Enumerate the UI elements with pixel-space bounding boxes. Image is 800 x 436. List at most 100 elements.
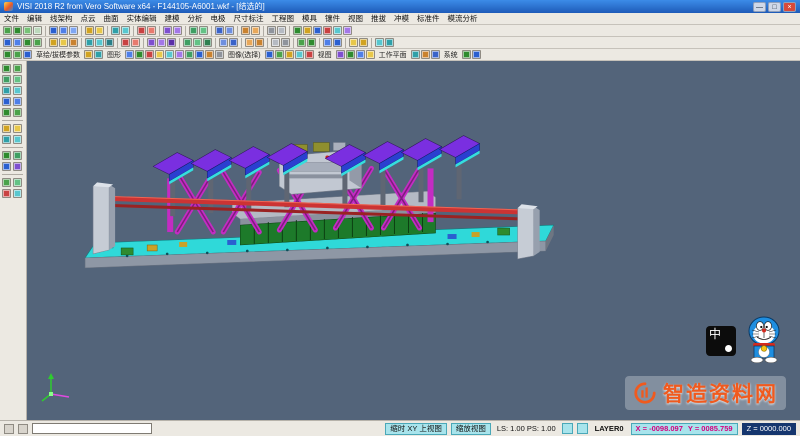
toolbar-icon[interactable] bbox=[203, 38, 212, 47]
toolbar-icon[interactable] bbox=[2, 97, 11, 106]
toolbar-icon[interactable] bbox=[421, 50, 430, 59]
toolbar-icon[interactable] bbox=[2, 189, 11, 198]
toolbar-icon[interactable] bbox=[13, 162, 22, 171]
menu-item[interactable]: 模具 bbox=[298, 13, 321, 24]
toolbar-icon[interactable] bbox=[155, 50, 164, 59]
toolbar-icon[interactable] bbox=[3, 50, 12, 59]
command-input[interactable] bbox=[32, 423, 152, 434]
toolbar-icon[interactable] bbox=[205, 50, 214, 59]
toolbar-icon[interactable] bbox=[13, 26, 22, 35]
zoom-view-field[interactable]: 缩放视图 bbox=[451, 423, 491, 435]
maximize-button[interactable]: □ bbox=[768, 2, 781, 12]
toolbar-icon[interactable] bbox=[225, 26, 234, 35]
toolbar-icon[interactable] bbox=[173, 26, 182, 35]
toolbar-icon[interactable] bbox=[229, 38, 238, 47]
minimize-button[interactable]: — bbox=[753, 2, 766, 12]
toolbar-icon[interactable] bbox=[131, 38, 140, 47]
toolbar-icon[interactable] bbox=[23, 50, 32, 59]
toolbar-icon[interactable] bbox=[323, 26, 332, 35]
toolbar-icon[interactable] bbox=[267, 26, 276, 35]
toolbar-icon[interactable] bbox=[121, 26, 130, 35]
menu-item[interactable]: 模流分析 bbox=[444, 13, 482, 24]
toolbar-icon[interactable] bbox=[157, 38, 166, 47]
toolbar-icon[interactable] bbox=[255, 38, 264, 47]
toolbar-icon[interactable] bbox=[2, 124, 11, 133]
toolbar-icon[interactable] bbox=[33, 38, 42, 47]
toolbar-icon[interactable] bbox=[265, 50, 274, 59]
menu-item[interactable]: 冲模 bbox=[390, 13, 413, 24]
toolbar-icon[interactable] bbox=[462, 50, 471, 59]
toolbar-icon[interactable] bbox=[336, 50, 345, 59]
toolbar-icon[interactable] bbox=[85, 26, 94, 35]
toolbar-icon[interactable] bbox=[59, 26, 68, 35]
toolbar-icon[interactable] bbox=[2, 135, 11, 144]
toolbar-icon[interactable] bbox=[349, 38, 358, 47]
toolbar-group-label[interactable]: 工作平面 bbox=[376, 50, 410, 60]
toolbar-icon[interactable] bbox=[163, 26, 172, 35]
toolbar-icon[interactable] bbox=[13, 178, 22, 187]
toolbar-icon[interactable] bbox=[2, 75, 11, 84]
toolbar-icon[interactable] bbox=[135, 50, 144, 59]
toolbar-icon[interactable] bbox=[411, 50, 420, 59]
toolbar-icon[interactable] bbox=[275, 50, 284, 59]
toolbar-icon[interactable] bbox=[195, 50, 204, 59]
toolbar-icon[interactable] bbox=[84, 50, 93, 59]
toolbar-icon[interactable] bbox=[13, 75, 22, 84]
toolbar-icon[interactable] bbox=[307, 38, 316, 47]
toolbar-icon[interactable] bbox=[13, 151, 22, 160]
toolbar-icon[interactable] bbox=[13, 86, 22, 95]
view-mode-field[interactable]: 缩时 XY 上视图 bbox=[385, 423, 447, 435]
menu-item[interactable]: 标准件 bbox=[413, 13, 444, 24]
toolbar-icon[interactable] bbox=[69, 38, 78, 47]
toolbar-group-label[interactable]: 系统 bbox=[441, 50, 461, 60]
menu-item[interactable]: 实体编辑 bbox=[123, 13, 161, 24]
toolbar-icon[interactable] bbox=[183, 38, 192, 47]
toolbar-icon[interactable] bbox=[3, 38, 12, 47]
toolbar-group-label[interactable]: 图形 bbox=[104, 50, 124, 60]
toolbar-icon[interactable] bbox=[185, 50, 194, 59]
toolbar-icon[interactable] bbox=[95, 26, 104, 35]
menu-item[interactable]: 工程图 bbox=[268, 13, 299, 24]
menu-item[interactable]: 镶件 bbox=[321, 13, 344, 24]
toolbar-icon[interactable] bbox=[95, 38, 104, 47]
toolbar-icon[interactable] bbox=[2, 178, 11, 187]
toolbar-icon[interactable] bbox=[472, 50, 481, 59]
menu-item[interactable]: 推拔 bbox=[367, 13, 390, 24]
toolbar-icon[interactable] bbox=[359, 38, 368, 47]
menu-item[interactable]: 编辑 bbox=[23, 13, 46, 24]
toolbar-group-label[interactable]: 视图 bbox=[315, 50, 335, 60]
toolbar-icon[interactable] bbox=[375, 38, 384, 47]
toolbar-icon[interactable] bbox=[303, 26, 312, 35]
close-button[interactable]: × bbox=[783, 2, 796, 12]
status-view-button[interactable] bbox=[577, 423, 588, 434]
toolbar-icon[interactable] bbox=[121, 38, 130, 47]
toolbar-icon[interactable] bbox=[305, 50, 314, 59]
toolbar-icon[interactable] bbox=[343, 26, 352, 35]
toolbar-icon[interactable] bbox=[147, 26, 156, 35]
toolbar-group-label[interactable]: 图像(选择) bbox=[225, 50, 264, 60]
toolbar-icon[interactable] bbox=[13, 124, 22, 133]
toolbar-icon[interactable] bbox=[313, 26, 322, 35]
toolbar-icon[interactable] bbox=[69, 26, 78, 35]
toolbar-icon[interactable] bbox=[193, 38, 202, 47]
menu-item[interactable]: 尺寸标注 bbox=[230, 13, 268, 24]
toolbar-icon[interactable] bbox=[241, 26, 250, 35]
layer-field[interactable]: LAYER0 bbox=[592, 424, 627, 433]
toolbar-icon[interactable] bbox=[346, 50, 355, 59]
toolbar-icon[interactable] bbox=[13, 135, 22, 144]
menu-item[interactable]: 建模 bbox=[161, 13, 184, 24]
toolbar-icon[interactable] bbox=[145, 50, 154, 59]
viewport-3d[interactable]: 中 bbox=[27, 61, 800, 420]
toolbar-icon[interactable] bbox=[333, 26, 342, 35]
toolbar-icon[interactable] bbox=[3, 26, 12, 35]
toolbar-icon[interactable] bbox=[13, 38, 22, 47]
toolbar-icon[interactable] bbox=[13, 189, 22, 198]
toolbar-icon[interactable] bbox=[23, 26, 32, 35]
toolbar-icon[interactable] bbox=[215, 50, 224, 59]
toolbar-icon[interactable] bbox=[245, 38, 254, 47]
menu-item[interactable]: 文件 bbox=[0, 13, 23, 24]
toolbar-icon[interactable] bbox=[105, 38, 114, 47]
toolbar-icon[interactable] bbox=[59, 38, 68, 47]
toolbar-icon[interactable] bbox=[23, 38, 32, 47]
toolbar-icon[interactable] bbox=[2, 151, 11, 160]
